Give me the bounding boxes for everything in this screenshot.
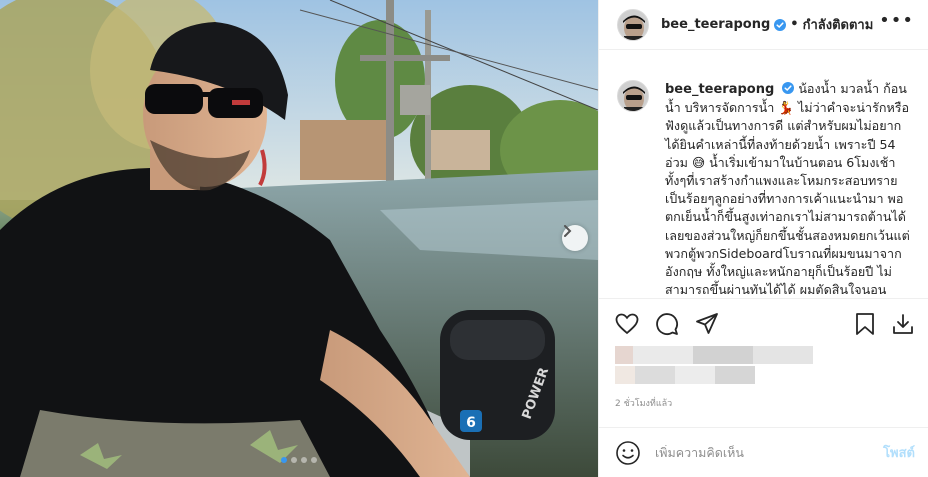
redacted-block [715, 366, 755, 384]
redacted-block [633, 346, 693, 364]
post-photo[interactable]: 6 POWER [0, 0, 598, 477]
bookmark-icon [856, 312, 874, 335]
avatar-image [618, 81, 648, 111]
comment-icon [656, 312, 678, 335]
redacted-block [693, 346, 753, 364]
carousel-dot [301, 457, 307, 463]
chevron-right-icon [564, 225, 572, 237]
avatar[interactable] [617, 8, 649, 41]
share-button[interactable] [693, 310, 721, 338]
carousel-next-button[interactable] [562, 225, 588, 251]
download-button[interactable] [889, 310, 917, 338]
send-icon [696, 312, 718, 334]
carousel-dot [281, 457, 287, 463]
comment-input[interactable] [655, 445, 865, 460]
username-link[interactable]: bee_teerapong [661, 17, 770, 32]
motor-number: 6 [466, 415, 476, 431]
action-bar-right [851, 310, 917, 338]
comment-bar: โพสต์ [599, 427, 928, 477]
likes-section-redacted [615, 346, 819, 386]
following-button[interactable]: กำลังติดตาม [803, 14, 874, 35]
verified-badge-icon [774, 18, 787, 31]
avatar-image [618, 9, 648, 40]
like-button[interactable] [613, 310, 641, 338]
comment-button[interactable] [653, 310, 681, 338]
post-comment-button[interactable]: โพสต์ [883, 442, 915, 463]
carousel-indicator [281, 457, 317, 463]
redacted-block [675, 366, 715, 384]
carousel-dot [311, 457, 317, 463]
caption-text: bee_teerapong น้องน้ำ มวลน้ำ ก้อนน้ำ บริ… [665, 66, 915, 298]
caption-row: bee_teerapong น้องน้ำ มวลน้ำ ก้อนน้ำ บริ… [599, 66, 928, 298]
heart-icon [615, 313, 639, 334]
download-icon [893, 313, 913, 334]
redacted-block [615, 366, 635, 384]
save-button[interactable] [851, 310, 879, 338]
verified-badge-icon [782, 82, 795, 94]
post-header: bee_teerapong • กำลังติดตาม ••• [599, 0, 928, 50]
caption-username-link[interactable]: bee_teerapong [665, 82, 774, 97]
carousel-dot [291, 457, 297, 463]
redacted-block [753, 346, 813, 364]
emoji-icon[interactable] [615, 440, 641, 466]
post-timestamp[interactable]: 2 ชั่วโมงที่แล้ว [615, 396, 672, 410]
action-bar [599, 298, 928, 348]
more-horizontal-icon[interactable]: ••• [879, 11, 914, 38]
redacted-block [635, 366, 675, 384]
photo-scene: 6 POWER [0, 0, 598, 477]
caption-avatar[interactable] [617, 80, 649, 112]
caption-area: bee_teerapong น้องน้ำ มวลน้ำ ก้อนน้ำ บริ… [599, 66, 928, 298]
post-side-panel: bee_teerapong • กำลังติดตาม ••• bee_teer… [598, 0, 928, 477]
redacted-block [615, 346, 633, 364]
separator-dot: • [790, 17, 799, 32]
caption-body: น้องน้ำ มวลน้ำ ก้อนน้ำ บริหารจัดการน้ำ 💃… [665, 81, 910, 298]
